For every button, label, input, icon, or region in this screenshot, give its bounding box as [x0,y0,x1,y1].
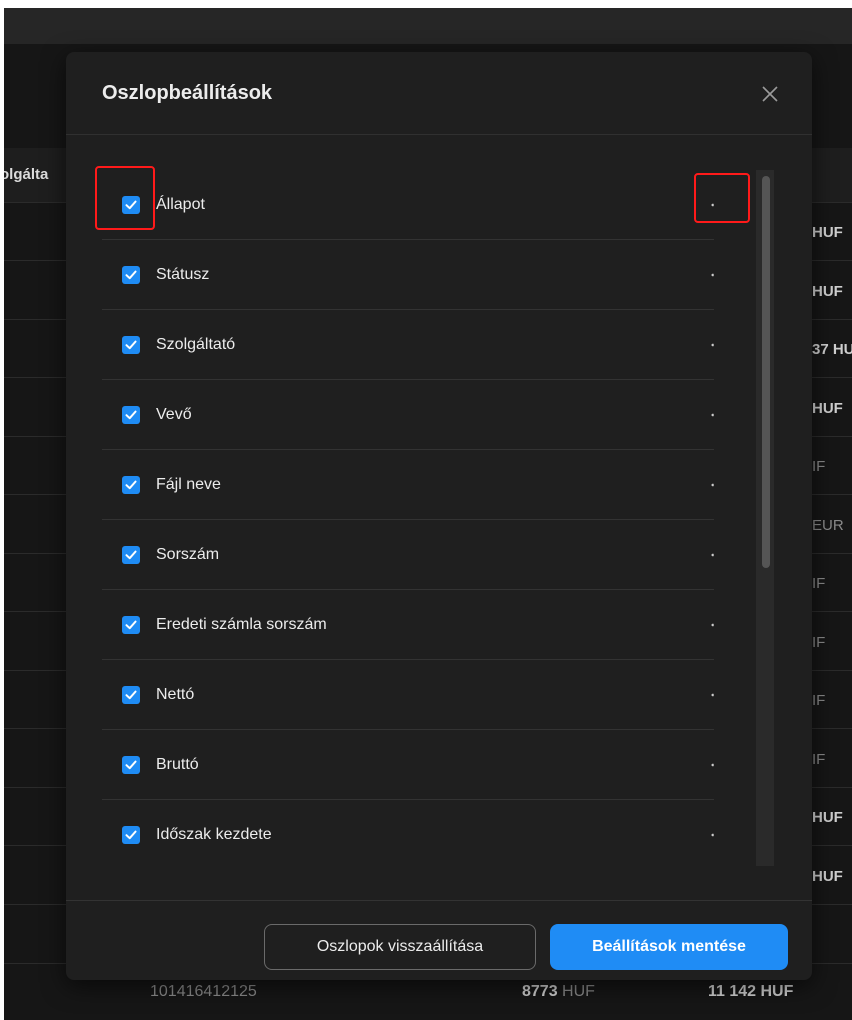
table-cell-amount: 37 HU [812,341,852,358]
close-icon [762,86,778,102]
table-cell-amount: IF [812,692,826,709]
drag-handle[interactable] [710,826,714,844]
table-cell-amount: HUF [812,282,843,300]
column-label: Időszak kezdete [156,826,272,843]
column-row: Állapot [102,170,714,240]
drag-handle[interactable] [710,616,714,634]
checkmark-icon [125,760,137,770]
column-label: Eredeti számla sorszám [156,616,327,633]
drag-handle[interactable] [710,476,714,494]
checkmark-icon [125,620,137,630]
column-checkbox[interactable] [122,546,140,564]
drag-handle[interactable] [710,546,714,564]
reset-columns-button[interactable]: Oszlopok visszaállítása [264,924,536,970]
drag-move-icon [711,273,714,277]
checkmark-icon [125,690,137,700]
table-cell-amount: HUF [812,399,843,417]
column-label: Állapot [156,196,205,213]
bottom-row-net-amount: 8773 [522,983,558,1000]
column-checkbox[interactable] [122,336,140,354]
top-bar [4,8,852,44]
drag-handle[interactable] [710,196,714,214]
column-row: Fájl neve [102,450,714,520]
drag-move-icon [711,763,714,767]
save-settings-button[interactable]: Beállítások mentése [550,924,788,970]
checkmark-icon [125,200,137,210]
table-cell-amount: HUF [812,867,843,885]
column-label: Fájl neve [156,476,221,493]
column-checkbox[interactable] [122,616,140,634]
column-checkbox[interactable] [122,686,140,704]
drag-move-icon [711,553,714,557]
column-label: Bruttó [156,756,199,773]
column-label: Sorszám [156,546,220,563]
drag-move-icon [711,343,714,347]
checkmark-icon [125,480,137,490]
checkmark-icon [125,550,137,560]
column-row: Szolgáltató [102,310,714,380]
column-checkbox[interactable] [122,266,140,284]
column-label: Vevő [156,406,192,423]
table-cell-amount: HUF [812,809,843,826]
bottom-row-net: 8773 HUF [522,983,595,1001]
column-checkbox[interactable] [122,196,140,214]
column-checkbox[interactable] [122,476,140,494]
checkmark-icon [125,270,137,280]
column-checkbox[interactable] [122,756,140,774]
app-background: olgálta HUF HUF 37 HU HUF IF EUR IF IF IF IF HUF HU… [4,8,852,1020]
column-label: Státusz [156,266,210,283]
drag-handle[interactable] [710,406,714,424]
bottom-row-gross: 11 142 HUF [708,983,794,1000]
drag-move-icon [711,693,714,697]
column-list: Állapot Státusz Szolgáltató Vevő Fájl neve So… [102,170,714,866]
drag-move-icon [711,833,714,837]
column-label: Szolgáltató [156,336,236,353]
column-row: Sorszám [102,520,714,590]
column-row: Bruttó [102,730,714,800]
drag-handle[interactable] [710,336,714,354]
table-cell-amount: IF [812,575,826,592]
table-cell-amount: HUF [812,224,843,241]
column-label: Nettó [156,686,195,703]
drag-move-icon [711,623,714,627]
drag-move-icon [711,483,714,487]
drag-handle[interactable] [710,756,714,774]
scrollbar-thumb[interactable] [762,176,770,568]
drag-move-icon [711,413,714,417]
table-cell-amount: EUR [812,516,844,534]
dialog-title: Oszlopbeállítások [102,82,273,104]
dialog-header: Oszlopbeállítások [66,52,812,135]
column-row: Státusz [102,240,714,310]
drag-handle[interactable] [710,266,714,284]
drag-handle[interactable] [710,686,714,704]
column-settings-dialog: Oszlopbeállítások Állapot Státusz Szolgált… [66,52,812,980]
column-row: Eredeti számla sorszám [102,590,714,660]
checkmark-icon [125,830,137,840]
close-button[interactable] [756,80,784,108]
column-row: Időszak kezdete [102,800,714,866]
column-checkbox[interactable] [122,826,140,844]
column-checkbox[interactable] [122,406,140,424]
bottom-row-id: 101416412125 [150,983,257,1000]
checkmark-icon [125,410,137,420]
column-row: Nettó [102,660,714,730]
table-cell-amount: IF [812,750,826,768]
table-header-label: olgálta [4,166,49,183]
drag-move-icon [711,203,714,207]
bottom-row-net-currency: HUF [562,983,595,1000]
table-cell-amount: IF [812,458,826,475]
column-row: Vevő [102,380,714,450]
table-cell-amount: IF [812,633,826,651]
checkmark-icon [125,340,137,350]
footer-divider [66,900,812,901]
